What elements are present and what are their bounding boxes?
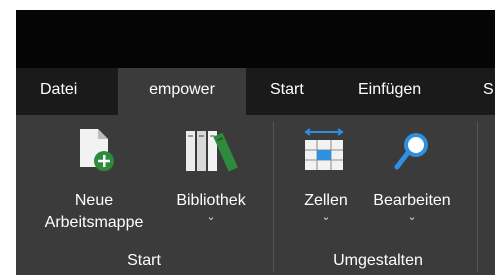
- group-separator: [273, 122, 274, 272]
- title-bar: [16, 10, 495, 68]
- new-workbook-button[interactable]: Neue Arbeitsmappe: [24, 190, 164, 234]
- new-workbook-label-line1: Neue: [74, 192, 114, 209]
- tab-overflow[interactable]: S: [483, 68, 495, 115]
- chevron-down-icon: ⌄: [206, 211, 216, 223]
- group-label-start: Start: [127, 252, 161, 269]
- group-label-umgestalten: Umgestalten: [333, 252, 423, 269]
- books-icon: [186, 131, 238, 172]
- table-cells-icon: [304, 128, 344, 170]
- cells-button[interactable]: Zellen ⌄: [294, 190, 358, 226]
- library-label: Bibliothek: [176, 192, 246, 209]
- chevron-down-icon: ⌄: [321, 211, 331, 223]
- tab-empower[interactable]: empower: [118, 68, 246, 115]
- edit-button[interactable]: Bearbeiten ⌄: [362, 190, 462, 226]
- library-button[interactable]: Bibliothek ⌄: [166, 190, 256, 226]
- magnifier-icon: [394, 133, 428, 170]
- tab-einfuegen[interactable]: Einfügen: [358, 68, 421, 115]
- chevron-down-icon: ⌄: [407, 211, 417, 223]
- edit-label: Bearbeiten: [373, 192, 451, 209]
- tab-start[interactable]: Start: [270, 68, 304, 115]
- cells-label: Zellen: [304, 192, 348, 209]
- new-workbook-label-line2: Arbeitsmappe: [44, 214, 144, 231]
- ribbon-tab-bar: Datei empower Start Einfügen S: [16, 68, 495, 115]
- group-separator: [477, 122, 478, 272]
- tab-datei[interactable]: Datei: [40, 68, 77, 115]
- document-plus-icon: [80, 129, 114, 171]
